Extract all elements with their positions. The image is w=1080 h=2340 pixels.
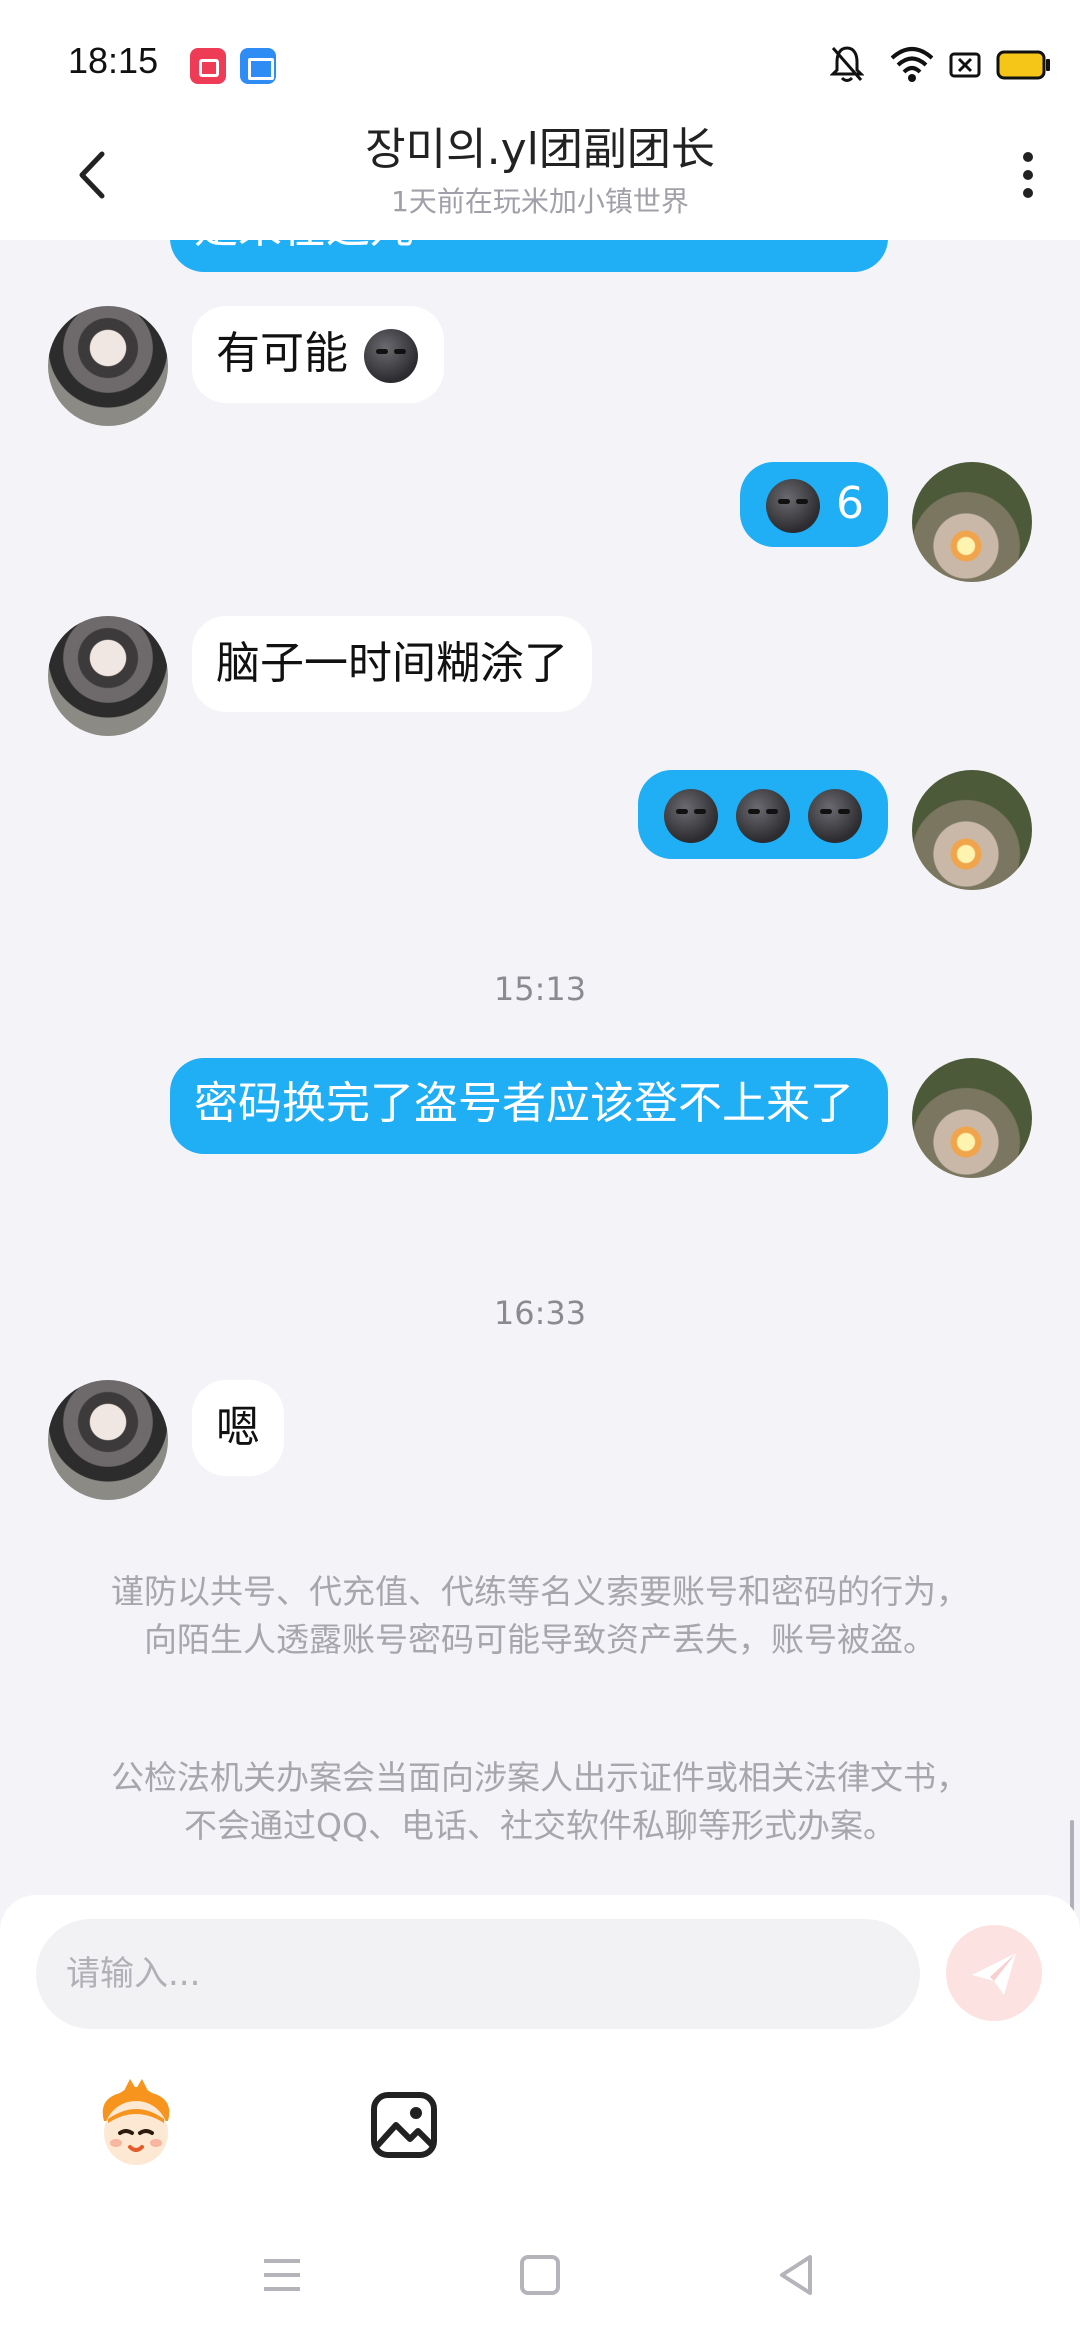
legal-notice: 公检法机关办案会当面向涉案人出示证件或相关法律文书，不会通过QQ、电话、社交软件… [111, 1758, 969, 1845]
message-bubble-outgoing[interactable]: 密码换完了盗号者应该登不上来了 [170, 1058, 888, 1154]
user-avatar[interactable] [912, 770, 1032, 890]
contact-name: 장미의.yl团副团长 [365, 124, 715, 175]
sim-status-icon [949, 52, 981, 78]
message-bubble-outgoing[interactable]: 是来在这儿 [170, 240, 888, 272]
sticker-button[interactable] [86, 2075, 186, 2175]
contact-status: 1天前在玩米加小镇世界 [391, 185, 689, 218]
dark-moon-face-emoji-icon [808, 789, 862, 843]
triangle-back-icon [780, 2255, 812, 2295]
menu-nav-button[interactable] [252, 2245, 312, 2305]
home-nav-button[interactable] [510, 2245, 570, 2305]
message-text: 有可能 [216, 328, 348, 379]
status-time: 18:15 [68, 40, 159, 81]
message-input[interactable] [36, 1919, 920, 2029]
wifi-icon [890, 47, 934, 82]
back-nav-button[interactable] [766, 2245, 826, 2305]
dot [1023, 152, 1033, 162]
dot [1023, 188, 1033, 198]
message-bubble-incoming[interactable]: 脑子一时间糊涂了 [192, 616, 592, 712]
message-bubble-outgoing[interactable]: 6 [740, 462, 888, 547]
chat-header: 장미의.yl团副团长 1天前在玩米加小镇世界 [0, 120, 1080, 240]
paper-plane-icon [972, 1953, 1016, 1995]
image-button[interactable] [354, 2075, 454, 2175]
message-text: 密码换完了盗号者应该登不上来了 [194, 1078, 854, 1129]
cartoon-sticker-icon [102, 2079, 170, 2165]
message-bubble-incoming[interactable]: 嗯 [192, 1380, 284, 1476]
screen-record-icon [190, 48, 226, 84]
dark-moon-face-emoji-icon [364, 329, 418, 383]
battery-icon [996, 50, 1050, 80]
message-timestamp: 16:33 [493, 1294, 587, 1332]
app-notification-icon [240, 48, 276, 84]
message-list[interactable]: 是来在这儿 有可能 6 脑子一时间糊涂了 15:13 密码换完了盗号者应该登不上… [0, 240, 1080, 1900]
square-home-icon [520, 2255, 560, 2295]
more-options-button[interactable] [1010, 140, 1050, 210]
contact-avatar[interactable] [48, 306, 168, 426]
message-text: 脑子一时间糊涂了 [216, 638, 568, 689]
security-notice: 谨防以共号、代充值、代练等名义索要账号和密码的行为，向陌生人透露账号密码可能导致… [111, 1572, 969, 1659]
message-text: 嗯 [216, 1402, 260, 1453]
message-bubble-outgoing[interactable] [638, 770, 888, 859]
message-timestamp: 15:13 [493, 970, 587, 1008]
dark-moon-face-emoji-icon [766, 479, 820, 533]
message-text: 6 [836, 478, 864, 529]
dot [1023, 170, 1033, 180]
user-avatar[interactable] [912, 1058, 1032, 1178]
dark-moon-face-emoji-icon [736, 789, 790, 843]
dark-moon-face-emoji-icon [664, 789, 718, 843]
image-icon [371, 2092, 437, 2158]
bell-muted-icon [830, 46, 864, 82]
message-text: 是来在这儿 [194, 240, 414, 253]
user-avatar[interactable] [912, 462, 1032, 582]
send-button[interactable] [946, 1925, 1042, 2021]
system-nav-bar [0, 2225, 1080, 2325]
status-bar: 18:15 [0, 0, 1080, 120]
menu-icon [264, 2259, 300, 2291]
contact-avatar[interactable] [48, 1380, 168, 1500]
message-bubble-incoming[interactable]: 有可能 [192, 306, 444, 403]
contact-avatar[interactable] [48, 616, 168, 736]
